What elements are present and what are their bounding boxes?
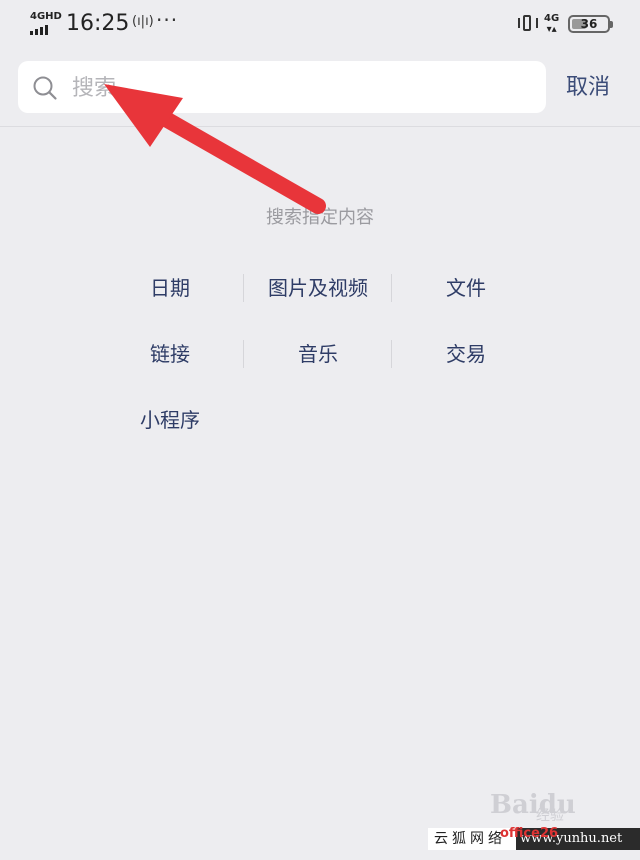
category-images-videos[interactable]: 图片及视频	[244, 266, 392, 310]
vibrate-icon	[517, 14, 539, 34]
category-row: 小程序	[96, 398, 542, 442]
category-grid: 日期 图片及视频 文件 链接 音乐 交易 小程序	[96, 266, 542, 464]
status-bar: 4GHD 16:25 (ı|ı) ··· 4G ▾▴ 36	[0, 0, 640, 50]
search-bar[interactable]	[18, 61, 546, 113]
baidu-watermark-sub: 经验	[536, 808, 564, 824]
search-hint: 搜索指定内容	[266, 207, 374, 228]
category-music[interactable]: 音乐	[244, 332, 392, 376]
category-transactions[interactable]: 交易	[392, 332, 540, 376]
category-date[interactable]: 日期	[96, 266, 244, 310]
more-notifications-icon: ···	[156, 8, 179, 32]
hotspot-icon: (ı|ı)	[132, 14, 154, 29]
site-watermark-name: 云狐网络	[434, 831, 506, 847]
office-watermark: office26	[500, 826, 559, 841]
search-input[interactable]	[70, 67, 534, 109]
search-icon	[33, 76, 57, 100]
signal-icon: 4GHD	[30, 11, 62, 36]
mobile-data-icon: 4G ▾▴	[544, 13, 560, 35]
category-row: 链接 音乐 交易	[96, 332, 542, 376]
network-type-label: 4GHD	[30, 11, 62, 22]
category-row: 日期 图片及视频 文件	[96, 266, 542, 310]
category-files[interactable]: 文件	[392, 266, 540, 310]
mobile-data-label: 4G	[544, 13, 560, 24]
clock: 16:25	[66, 11, 130, 36]
battery-level: 36	[580, 17, 598, 31]
cancel-button[interactable]: 取消	[566, 72, 610, 104]
category-mini-programs[interactable]: 小程序	[96, 398, 244, 442]
header-divider	[0, 126, 640, 127]
battery-icon: 36	[568, 15, 613, 33]
category-links[interactable]: 链接	[96, 332, 244, 376]
